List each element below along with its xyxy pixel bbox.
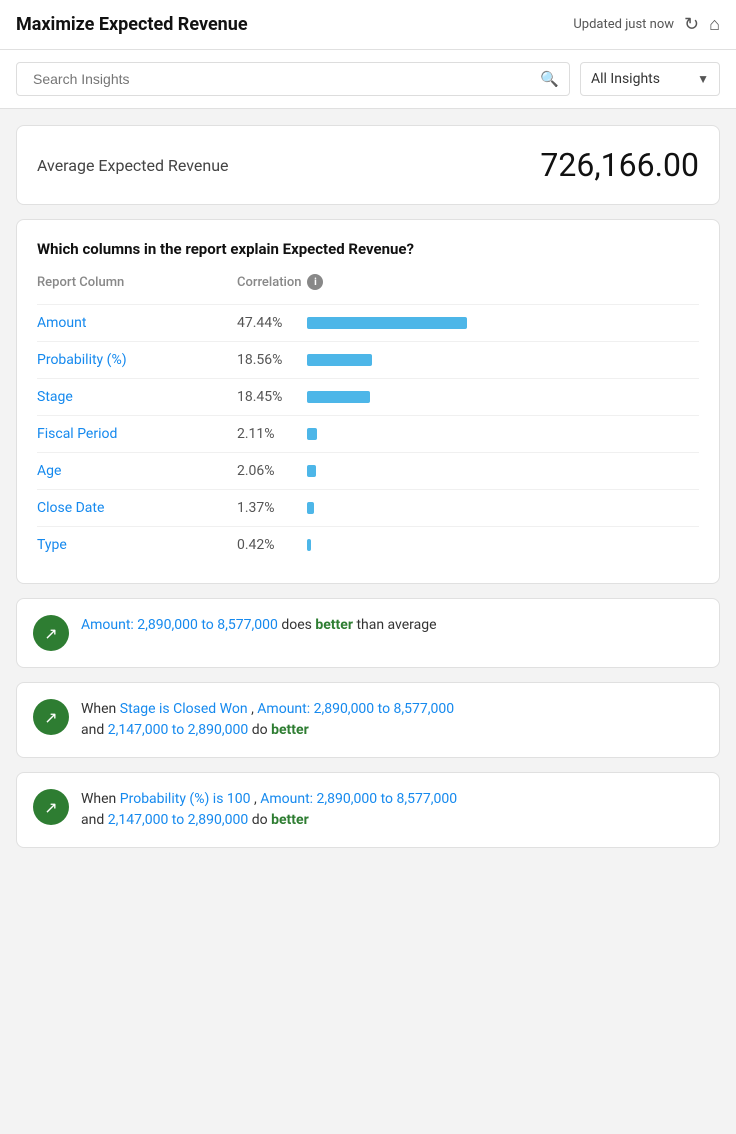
bar-wrap [307,539,699,551]
insight-text-2: When Stage is Closed Won , Amount: 2,890… [81,699,454,741]
table-row: Stage 18.45% [37,378,699,415]
bar-wrap [307,391,699,403]
search-row: 🔍 All Insights ▼ [0,50,736,109]
table-row: Type 0.42% [37,526,699,563]
insight-text-3: When Probability (%) is 100 , Amount: 2,… [81,789,457,831]
correlation-bar [307,502,314,514]
filter-dropdown[interactable]: All Insights ▼ [580,62,720,96]
row-name[interactable]: Type [37,537,237,553]
insight-link-3c[interactable]: 2,147,000 to 2,890,000 [108,812,249,828]
avg-revenue-card: Average Expected Revenue 726,166.00 [16,125,720,205]
table-row: Age 2.06% [37,452,699,489]
row-name[interactable]: Fiscal Period [37,426,237,442]
table-row: Amount 47.44% [37,304,699,341]
bar-wrap [307,354,699,366]
row-pct: 47.44% [237,315,307,331]
avg-revenue-value: 726,166.00 [540,146,699,184]
search-input[interactable] [27,63,540,95]
page-title: Maximize Expected Revenue [16,14,248,35]
correlation-bar [307,465,316,477]
filter-label: All Insights [591,71,660,87]
insight-arrow-icon-2: ↗ [33,699,69,735]
table-row: Probability (%) 18.56% [37,341,699,378]
header-actions: Updated just now ↻ ⌂ [573,14,720,35]
insight-link-2b[interactable]: Amount: 2,890,000 to 8,577,000 [257,701,454,717]
insight-link-3a[interactable]: Probability (%) is 100 [120,791,251,807]
table-row: Close Date 1.37% [37,489,699,526]
insight-arrow-icon-1: ↗ [33,615,69,651]
row-name[interactable]: Close Date [37,500,237,516]
row-name[interactable]: Age [37,463,237,479]
correlation-bar [307,391,370,403]
bar-wrap [307,465,699,477]
insight-link-2c[interactable]: 2,147,000 to 2,890,000 [108,722,249,738]
correlation-bar [307,354,372,366]
header: Maximize Expected Revenue Updated just n… [0,0,736,50]
row-pct: 2.06% [237,463,307,479]
col-header-correlation: Correlation i [237,274,323,290]
avg-revenue-label: Average Expected Revenue [37,156,229,175]
table-row: Fiscal Period 2.11% [37,415,699,452]
row-pct: 2.11% [237,426,307,442]
insight-card-2: ↗ When Stage is Closed Won , Amount: 2,8… [16,682,720,758]
bar-wrap [307,317,699,329]
insight-card-1: ↗ Amount: 2,890,000 to 8,577,000 does be… [16,598,720,668]
row-pct: 18.45% [237,389,307,405]
row-name[interactable]: Stage [37,389,237,405]
col-header-report: Report Column [37,275,237,290]
insight-text-1: Amount: 2,890,000 to 8,577,000 does bett… [81,615,437,636]
row-name[interactable]: Amount [37,315,237,331]
correlation-bar [307,317,467,329]
chevron-down-icon: ▼ [697,72,709,86]
correlation-rows: Amount 47.44% Probability (%) 18.56% Sta… [37,304,699,563]
info-icon[interactable]: i [307,274,323,290]
home-icon[interactable]: ⌂ [709,14,720,35]
insight-link-2a[interactable]: Stage is Closed Won [120,701,248,717]
refresh-icon[interactable]: ↻ [684,14,699,35]
content-area: Average Expected Revenue 726,166.00 Whic… [0,109,736,864]
last-updated: Updated just now [573,17,674,32]
insight-arrow-icon-3: ↗ [33,789,69,825]
insight-link-3b[interactable]: Amount: 2,890,000 to 8,577,000 [260,791,457,807]
row-pct: 1.37% [237,500,307,516]
correlation-title: Which columns in the report explain Expe… [37,240,699,258]
column-headers: Report Column Correlation i [37,274,699,296]
correlation-bar [307,428,317,440]
row-pct: 18.56% [237,352,307,368]
insight-link-1a[interactable]: Amount: 2,890,000 to 8,577,000 [81,617,278,633]
search-input-wrap: 🔍 [16,62,570,96]
search-icon: 🔍 [540,70,559,88]
correlation-bar [307,539,311,551]
bar-wrap [307,502,699,514]
row-pct: 0.42% [237,537,307,553]
row-name[interactable]: Probability (%) [37,352,237,368]
correlation-card: Which columns in the report explain Expe… [16,219,720,584]
bar-wrap [307,428,699,440]
insight-card-3: ↗ When Probability (%) is 100 , Amount: … [16,772,720,848]
